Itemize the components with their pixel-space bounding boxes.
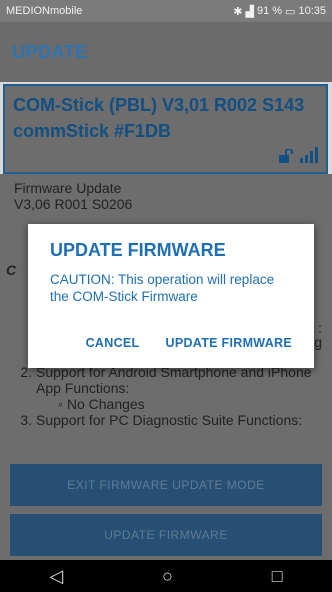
signal-strength-icon — [300, 147, 318, 168]
time-label: 10:35 — [298, 5, 326, 17]
device-header: COM-Stick (PBL) V3,01 R002 S143 commStic… — [3, 84, 328, 174]
firmware-update-label: Firmware Update — [14, 180, 122, 196]
update-firmware-dialog: UPDATE FIRMWARE CAUTION: This operation … — [28, 224, 314, 368]
confirm-update-button[interactable]: UPDATE FIRMWARE — [166, 336, 293, 350]
battery-icon: ▭ — [285, 5, 296, 18]
dialog-message: CAUTION: This operation will replace the… — [50, 272, 275, 304]
exit-firmware-update-button[interactable]: EXIT FIRMWARE UPDATE MODE — [10, 464, 322, 506]
page-title: UPDATE — [12, 41, 88, 62]
firmware-version: V3,06 R001 S0206 — [14, 196, 133, 212]
list-item: Support for Android Smartphone and iPhon… — [36, 364, 332, 412]
status-icons: ✱ ▟ 91 % ▭ 10:35 — [233, 5, 326, 18]
signal-icon: ▟ — [245, 5, 254, 18]
dialog-title: UPDATE FIRMWARE — [50, 240, 226, 260]
back-icon[interactable]: ◁ — [49, 566, 63, 587]
changes-heading-fragment: C — [6, 262, 17, 278]
home-icon[interactable]: ○ — [162, 566, 173, 587]
carrier-label: MEDIONmobile — [6, 5, 83, 17]
status-bar: MEDIONmobile ✱ ▟ 91 % ▭ 10:35 — [0, 0, 332, 22]
bluetooth-icon: ✱ — [233, 5, 243, 18]
navigation-bar: ◁ ○ □ — [0, 560, 332, 592]
device-name: commStick #F1DB — [13, 121, 172, 141]
battery-label: 91 % — [256, 5, 283, 17]
update-firmware-button[interactable]: UPDATE FIRMWARE — [10, 514, 322, 556]
app-bar: UPDATE — [0, 22, 332, 82]
list-item: Support for PC Diagnostic Suite Function… — [36, 412, 332, 428]
device-model: COM-Stick (PBL) V3,01 R002 S143 — [13, 95, 305, 115]
recents-icon[interactable]: □ — [272, 566, 283, 587]
changes-list: Support for Android Smartphone and iPhon… — [14, 364, 332, 428]
cancel-button[interactable]: CANCEL — [86, 336, 140, 350]
unlock-icon — [278, 148, 294, 168]
text-fragment: g — [314, 334, 322, 350]
list-subitem: ◦ No Changes — [58, 396, 145, 412]
